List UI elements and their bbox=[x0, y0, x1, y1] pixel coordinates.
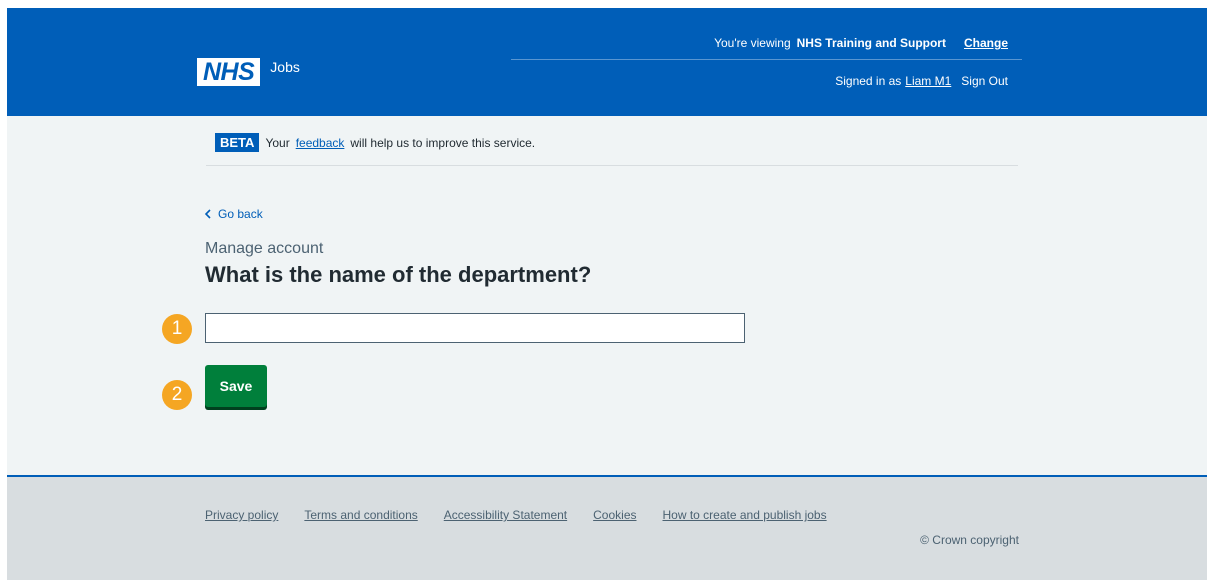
nhs-logo[interactable]: NHS bbox=[197, 58, 261, 86]
site-header: You're viewing NHS Training and Support … bbox=[7, 8, 1207, 116]
logo-area[interactable]: NHS Jobs bbox=[197, 58, 300, 86]
beta-tag: BETA bbox=[215, 133, 260, 152]
account-info: Signed in as Liam M1 Sign Out bbox=[835, 74, 1008, 88]
header-divider bbox=[511, 59, 1022, 60]
organisation-banner: You're viewing NHS Training and Support … bbox=[714, 36, 1008, 50]
footer-link-how-to[interactable]: How to create and publish jobs bbox=[663, 508, 827, 522]
feedback-link[interactable]: feedback bbox=[296, 136, 345, 150]
back-link-label: Go back bbox=[218, 207, 263, 221]
footer-links: Privacy policy Terms and conditions Acce… bbox=[205, 508, 827, 522]
page-frame: You're viewing NHS Training and Support … bbox=[7, 8, 1207, 580]
signed-in-prefix: Signed in as bbox=[835, 74, 902, 88]
site-footer: Privacy policy Terms and conditions Acce… bbox=[7, 475, 1207, 580]
page-title: What is the name of the department? bbox=[205, 262, 592, 287]
footer-link-terms[interactable]: Terms and conditions bbox=[304, 508, 417, 522]
department-name-input[interactable] bbox=[205, 313, 745, 343]
chevron-left-icon bbox=[204, 209, 211, 219]
change-organisation-link[interactable]: Change bbox=[964, 36, 1008, 50]
footer-link-privacy[interactable]: Privacy policy bbox=[205, 508, 278, 522]
phase-divider bbox=[206, 165, 1018, 166]
save-button[interactable]: Save bbox=[205, 365, 267, 407]
page-caption: Manage account bbox=[205, 240, 324, 257]
viewing-prefix: You're viewing bbox=[714, 36, 791, 50]
organisation-name: NHS Training and Support bbox=[796, 36, 946, 50]
phase-banner: BETA Your feedback will help us to impro… bbox=[215, 133, 535, 152]
back-link[interactable]: Go back bbox=[204, 207, 263, 221]
copyright-text: © Crown copyright bbox=[920, 533, 1019, 547]
user-name-link[interactable]: Liam M1 bbox=[905, 74, 951, 88]
footer-link-accessibility[interactable]: Accessibility Statement bbox=[444, 508, 567, 522]
phase-text-after: will help us to improve this service. bbox=[350, 135, 536, 150]
footer-link-cookies[interactable]: Cookies bbox=[593, 508, 636, 522]
phase-text-before: Your bbox=[265, 135, 290, 150]
sign-out-link[interactable]: Sign Out bbox=[961, 74, 1008, 88]
annotation-badge-2: 2 bbox=[162, 380, 192, 410]
service-name: Jobs bbox=[270, 59, 300, 75]
annotation-badge-1: 1 bbox=[162, 314, 192, 344]
